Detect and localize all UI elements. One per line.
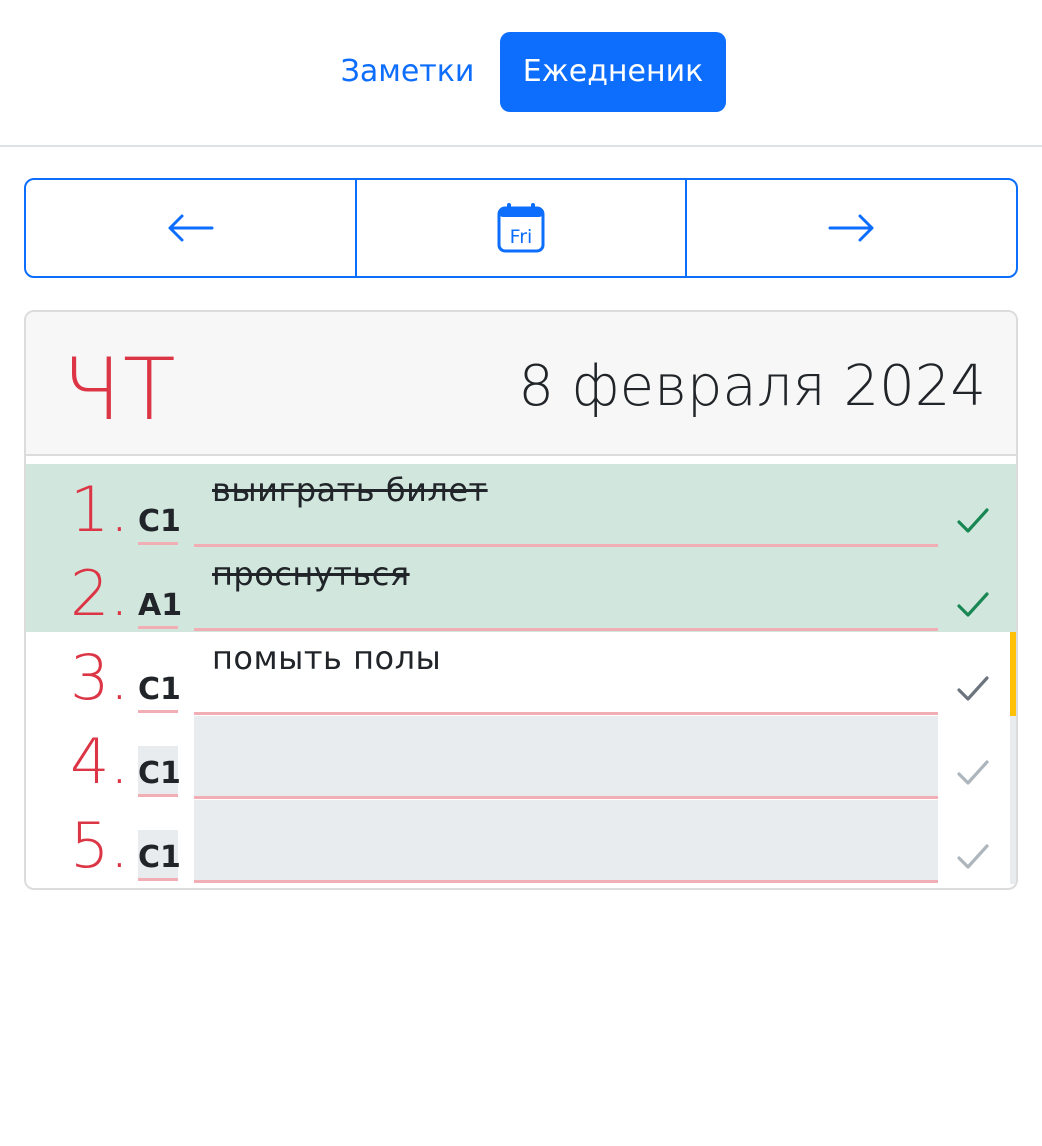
- weekday-label: ЧТ: [62, 340, 178, 440]
- task-text: выиграть билет: [212, 471, 488, 509]
- task-number: 1.: [70, 473, 130, 546]
- scroll-track: [1010, 716, 1016, 800]
- tab-diary[interactable]: Ежедненик: [500, 32, 726, 112]
- task-text-field[interactable]: [194, 800, 938, 883]
- task-text-field[interactable]: выиграть билет: [194, 464, 938, 547]
- calendar-button[interactable]: Fri: [354, 180, 686, 276]
- calendar-label: Fri: [510, 226, 533, 248]
- day-card-header: ЧТ 8 февраля 2024: [26, 312, 1016, 456]
- task-code-field[interactable]: C1: [138, 746, 181, 797]
- top-navigation: Заметки Ежедненик: [0, 0, 1042, 147]
- task-code-field[interactable]: A1: [138, 578, 182, 629]
- calendar-icon: Fri: [497, 203, 545, 253]
- task-code-field[interactable]: C1: [138, 830, 181, 881]
- scroll-track: [1010, 800, 1016, 884]
- task-row: 5. C1: [26, 800, 1016, 884]
- task-row: 4. C1: [26, 716, 1016, 800]
- task-number: 5.: [70, 809, 130, 882]
- task-row: 3. C1 помыть полы: [26, 632, 1016, 716]
- task-number: 4.: [70, 725, 130, 798]
- task-text-field[interactable]: помыть полы: [194, 632, 938, 715]
- task-code-field[interactable]: C1: [138, 494, 181, 545]
- task-row: 2. A1 проснуться: [26, 548, 1016, 632]
- check-icon[interactable]: [956, 506, 990, 536]
- arrow-right-icon: [828, 214, 874, 242]
- task-code-field[interactable]: C1: [138, 662, 181, 713]
- day-navigation-group: Fri: [24, 178, 1018, 278]
- day-card: ЧТ 8 февраля 2024 1. C1 выиграть билет 2…: [24, 310, 1018, 890]
- previous-day-button[interactable]: [26, 180, 355, 276]
- check-icon[interactable]: [956, 674, 990, 704]
- task-text-field[interactable]: проснуться: [194, 548, 938, 631]
- task-number: 2.: [70, 557, 130, 630]
- date-label: 8 февраля 2024: [518, 354, 986, 419]
- task-text: проснуться: [212, 555, 410, 593]
- arrow-left-icon: [168, 214, 214, 242]
- task-number: 3.: [70, 641, 130, 714]
- task-text: помыть полы: [212, 639, 442, 677]
- check-icon[interactable]: [956, 842, 990, 872]
- tab-notes[interactable]: Заметки: [330, 32, 485, 112]
- task-row: 1. C1 выиграть билет: [26, 464, 1016, 548]
- current-task-marker: [1010, 632, 1016, 716]
- check-icon[interactable]: [956, 758, 990, 788]
- check-icon[interactable]: [956, 590, 990, 620]
- task-list: 1. C1 выиграть билет 2. A1 проснуться 3.…: [26, 464, 1016, 884]
- next-day-button[interactable]: [685, 180, 1016, 276]
- task-text-field[interactable]: [194, 716, 938, 799]
